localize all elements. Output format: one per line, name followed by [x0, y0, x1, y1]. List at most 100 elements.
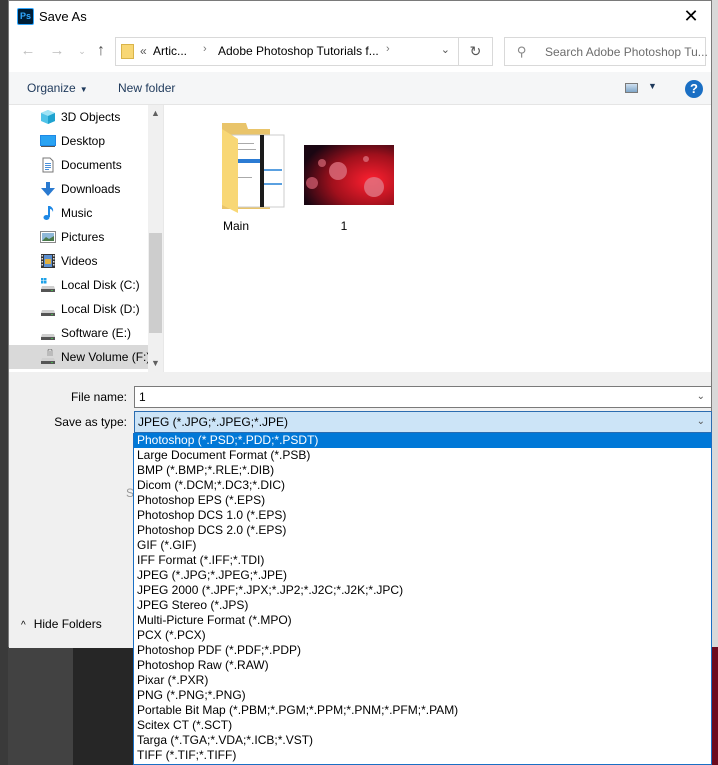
sidebar-item-3d-objects[interactable]: 3D Objects	[9, 105, 148, 129]
filename-value: 1	[139, 390, 146, 404]
dropdown-option[interactable]: Pixar (*.PXR)	[134, 673, 711, 688]
desktop-icon	[40, 135, 56, 147]
hide-folders-button[interactable]: ^ Hide Folders	[21, 617, 102, 631]
dropdown-option[interactable]: JPEG (*.JPG;*.JPEG;*.JPE)	[134, 568, 711, 583]
sidebar-item-desktop[interactable]: Desktop	[9, 129, 148, 153]
dropdown-option[interactable]: TIFF (*.TIF;*.TIFF)	[134, 748, 711, 763]
caret-down-icon: ▼	[79, 85, 88, 94]
sidebar-item-label: Downloads	[61, 182, 121, 196]
filename-label: File name:	[70, 390, 127, 404]
refresh-button[interactable]: ↻	[458, 38, 492, 65]
scroll-down-icon[interactable]: ▼	[148, 355, 163, 372]
sidebar-item-label: Desktop	[61, 134, 106, 148]
background-app-image-edge	[712, 647, 718, 765]
sidebar-item-label: Software (E:)	[61, 326, 132, 340]
dropdown-option[interactable]: Large Document Format (*.PSB)	[134, 448, 711, 463]
chevron-down-icon[interactable]: ⌄	[697, 387, 705, 407]
save-as-type-dropdown-list[interactable]: Photoshop (*.PSD;*.PDD;*.PSDT) Large Docu…	[133, 433, 712, 765]
dropdown-option[interactable]: IFF Format (*.IFF;*.TDI)	[134, 553, 711, 568]
navigation-bar: ← → ⌄ ↑ « Artic... › Adobe Photoshop Tut…	[9, 32, 711, 72]
sidebar-item-local-disk-c[interactable]: Local Disk (C:)	[9, 273, 148, 297]
dropdown-option[interactable]: Photoshop Raw (*.RAW)	[134, 658, 711, 673]
search-placeholder: Search Adobe Photoshop Tu...	[545, 45, 708, 59]
background-app-canvas	[73, 647, 133, 765]
dropdown-option[interactable]: Portable Bit Map (*.PBM;*.PGM;*.PPM;*.PN…	[134, 703, 711, 718]
sidebar-item-software-e[interactable]: Software (E:)	[9, 321, 148, 345]
search-input[interactable]: ⚲ Search Adobe Photoshop Tu...	[504, 37, 708, 66]
dropdown-option[interactable]: Targa (*.TGA;*.VDA;*.ICB;*.VST)	[134, 733, 711, 748]
dropdown-option[interactable]: PCX (*.PCX)	[134, 628, 711, 643]
window-title: Save As	[39, 9, 87, 24]
sidebar-item-label: Documents	[61, 158, 122, 172]
file-list-pane: Main 1	[163, 105, 711, 372]
save-as-type-select[interactable]: JPEG (*.JPG;*.JPEG;*.JPE) ⌄	[134, 411, 712, 433]
dropdown-option[interactable]: Dicom (*.DCM;*.DC3;*.DIC)	[134, 478, 711, 493]
breadcrumb-overflow[interactable]: «	[140, 44, 147, 58]
documents-icon	[42, 157, 54, 173]
dropdown-option[interactable]: JPEG 2000 (*.JPF;*.JPX;*.JP2;*.J2C;*.J2K…	[134, 583, 711, 598]
chevron-up-icon: ^	[21, 620, 26, 631]
sidebar-item-documents[interactable]: Documents	[9, 153, 148, 177]
address-dropdown-icon[interactable]: ⌄	[441, 43, 450, 56]
chevron-down-icon[interactable]: ⌄	[697, 412, 705, 432]
dropdown-option[interactable]: PNG (*.PNG;*.PNG)	[134, 688, 711, 703]
dropdown-option[interactable]: Photoshop (*.PSD;*.PDD;*.PSDT)	[134, 433, 711, 448]
breadcrumb-separator[interactable]: ›	[203, 43, 207, 55]
locked-drive-icon	[41, 349, 55, 364]
background-app-panel	[8, 647, 73, 765]
breadcrumb-separator[interactable]: ›	[386, 43, 390, 55]
folder-with-preview-icon	[222, 123, 285, 213]
new-folder-button[interactable]: New folder	[118, 81, 175, 95]
command-toolbar: Organize ▼ New folder ▼ ?	[9, 72, 711, 105]
dropdown-option[interactable]: Multi-Picture Format (*.MPO)	[134, 613, 711, 628]
sidebar-item-label: Local Disk (C:)	[61, 278, 140, 292]
view-options-caret-icon[interactable]: ▼	[648, 81, 657, 91]
dropdown-option[interactable]: Photoshop EPS (*.EPS)	[134, 493, 711, 508]
file-name: 1	[340, 219, 348, 233]
sidebar-item-local-disk-d[interactable]: Local Disk (D:)	[9, 297, 148, 321]
sidebar-item-label: Videos	[61, 254, 98, 268]
sidebar-item-label: Pictures	[61, 230, 105, 244]
dropdown-option[interactable]: Scitex CT (*.SCT)	[134, 718, 711, 733]
dropdown-option[interactable]: Photoshop DCS 2.0 (*.EPS)	[134, 523, 711, 538]
up-button[interactable]: ↑	[90, 40, 112, 62]
file-item-image[interactable]: 1	[294, 117, 394, 233]
breadcrumb-item[interactable]: Adobe Photoshop Tutorials f...	[218, 44, 379, 58]
breadcrumb-item[interactable]: Artic...	[153, 44, 187, 58]
system-drive-icon	[41, 278, 55, 292]
dropdown-option[interactable]: JPEG Stereo (*.JPS)	[134, 598, 711, 613]
file-name: Main	[222, 219, 249, 233]
scroll-up-icon[interactable]: ▲	[148, 105, 163, 122]
sidebar-item-videos[interactable]: Videos	[9, 249, 148, 273]
organize-label: Organize	[27, 81, 76, 95]
sidebar-item-label: 3D Objects	[61, 110, 121, 124]
change-view-icon[interactable]	[625, 83, 638, 93]
photoshop-app-icon: Ps	[17, 8, 34, 25]
close-button[interactable]: ✕	[671, 1, 711, 32]
dropdown-option[interactable]: BMP (*.BMP;*.RLE;*.DIB)	[134, 463, 711, 478]
help-icon[interactable]: ?	[685, 80, 703, 98]
forward-button[interactable]: →	[46, 40, 68, 62]
navigation-pane-scrollbar[interactable]: ▲ ▼	[148, 105, 163, 372]
sidebar-item-pictures[interactable]: Pictures	[9, 225, 148, 249]
dropdown-option[interactable]: GIF (*.GIF)	[134, 538, 711, 553]
scrollbar-thumb[interactable]	[149, 233, 162, 333]
sidebar-item-music[interactable]: Music	[9, 201, 148, 225]
dropdown-option[interactable]: Photoshop PDF (*.PDF;*.PDP)	[134, 643, 711, 658]
dropdown-option[interactable]: Photoshop DCS 1.0 (*.EPS)	[134, 508, 711, 523]
pictures-icon	[40, 231, 56, 243]
address-bar[interactable]: « Artic... › Adobe Photoshop Tutorials f…	[115, 37, 493, 66]
background-app-left	[0, 0, 8, 765]
back-button[interactable]: ←	[17, 40, 39, 62]
image-thumbnail	[304, 145, 394, 205]
filename-field[interactable]: 1 ⌄	[134, 386, 712, 408]
file-item-folder[interactable]: Main	[186, 117, 286, 233]
sidebar-item-downloads[interactable]: Downloads	[9, 177, 148, 201]
organize-button[interactable]: Organize ▼	[27, 81, 88, 95]
search-icon: ⚲	[517, 44, 527, 59]
sidebar-item-new-volume-f[interactable]: New Volume (F:)	[9, 345, 148, 369]
drive-icon	[41, 310, 55, 316]
navigation-list: 3D Objects Desktop Documents Downloads M…	[9, 105, 148, 369]
3d-objects-icon	[41, 110, 55, 124]
videos-icon	[41, 254, 55, 268]
